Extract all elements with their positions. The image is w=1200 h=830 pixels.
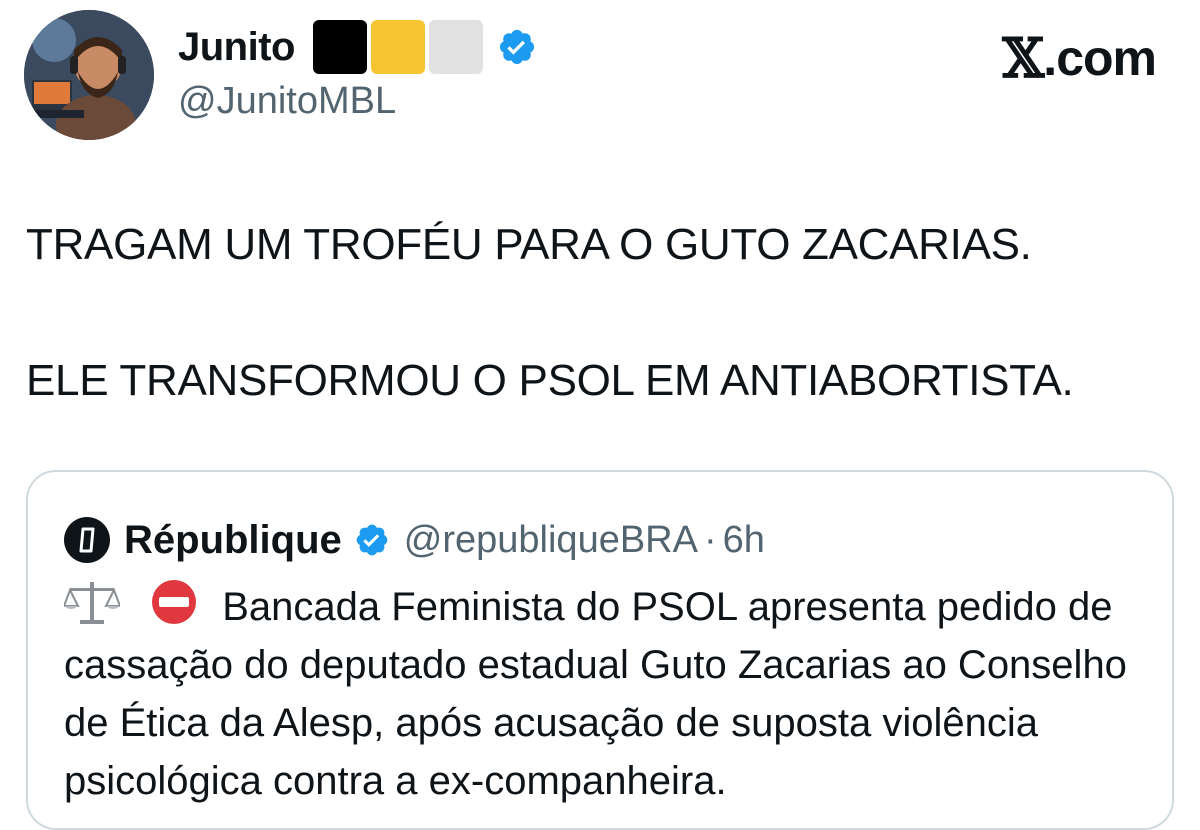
yellow-square-icon [370,20,425,74]
tweet-text: TRAGAM UM TROFÉU PARA O GUTO ZACARIAS. E… [26,218,1176,408]
quoted-tweet-card[interactable]: République @republiqueBRA · 6h Bancada F… [26,470,1174,830]
white-square-icon [428,20,483,74]
republique-logo-icon[interactable] [64,517,110,563]
quote-body-text: Bancada Feminista do PSOL apresenta pedi… [64,585,1127,803]
x-com-watermark: 𝕏 .com [1002,26,1157,90]
author-display-name[interactable]: Junito [178,25,295,70]
tweet-paragraph: TRAGAM UM TROFÉU PARA O GUTO ZACARIAS. [26,220,1032,269]
tweet-paragraph: ELE TRANSFORMOU O PSOL EM ANTIABORTISTA. [26,356,1074,405]
quote-separator: · [703,518,717,561]
verified-badge-icon [499,29,535,65]
x-logo-icon: 𝕏 [1002,26,1044,90]
author-name-row: Junito [178,20,537,74]
no-entry-icon [152,580,197,624]
quote-header: République @republiqueBRA · 6h [64,516,765,564]
author-avatar[interactable] [24,10,154,140]
avatar-illustration [24,10,154,140]
black-square-icon [312,20,367,74]
quote-body: Bancada Feminista do PSOL apresenta pedi… [64,578,1144,810]
brand-suffix: .com [1043,30,1157,86]
author-handle[interactable]: @JunitoMBL [178,80,396,123]
quote-timestamp[interactable]: 6h [723,519,765,562]
quote-display-name[interactable]: République [124,518,342,563]
flag-emojis [309,20,483,74]
balance-scale-icon [64,582,120,624]
verified-badge-icon [356,524,388,556]
quote-handle[interactable]: @republiqueBRA [404,519,698,562]
